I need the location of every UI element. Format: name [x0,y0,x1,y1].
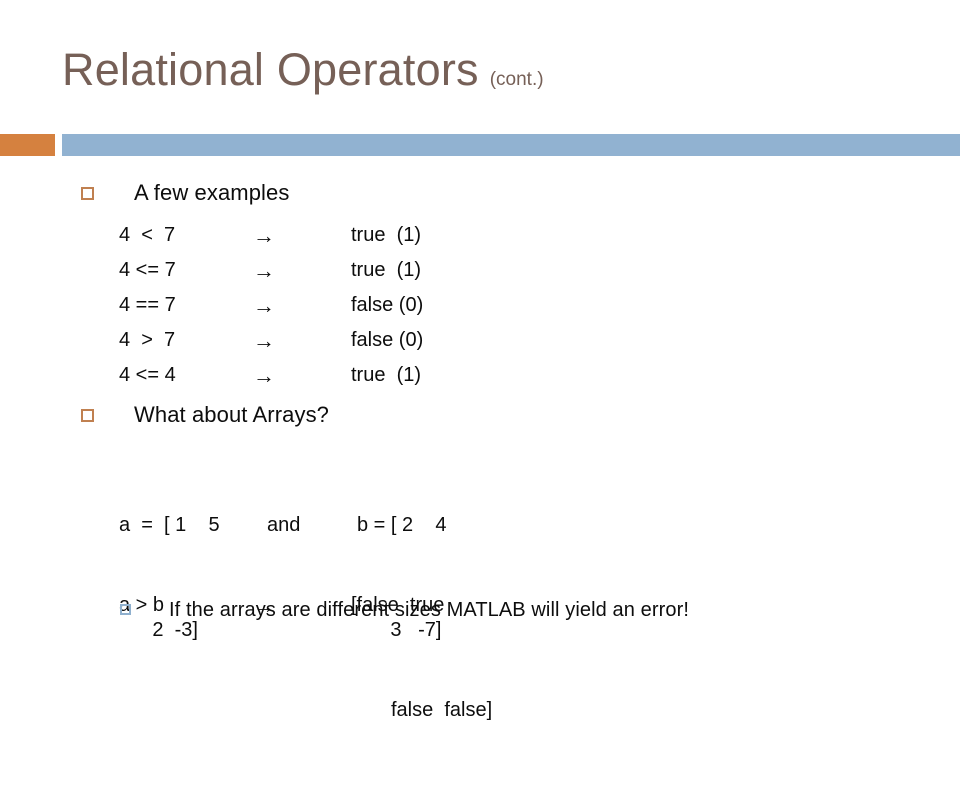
square-outline-icon [81,187,94,200]
table-row: 4 > 7 → false (0) [119,323,511,358]
example-result: true (1) [351,224,422,246]
arrow-right-icon: → [253,363,275,388]
square-outline-icon [120,604,131,615]
example-expression: 4 < 7 [119,224,176,246]
example-expression: 4 <= 4 [119,364,176,386]
table-row: 4 < 7 → true (1) [119,218,511,253]
comparison-result-row2: false false] [391,699,493,721]
title-accent-block [0,134,55,156]
page-title: Relational Operators [62,44,479,95]
slide-title-block: Relational Operators (cont.) [62,44,942,116]
comparison-spacer [253,693,351,728]
arrow-right-icon: → [253,293,275,318]
bullet-a-few-examples: A few examples [81,178,289,208]
bullet-label-error: If the arrays are different sizes MATLAB… [169,599,689,621]
arrow-right-icon: → [253,258,275,283]
example-result: false (0) [351,294,424,316]
bullet-what-about-arrays: What about Arrays? [81,400,329,430]
example-expression: 4 > 7 [119,329,176,351]
table-row: 4 == 7 → false (0) [119,288,511,323]
array-comparison: a > b → [false true false false] [119,518,591,798]
example-expression: 4 <= 7 [119,259,176,281]
table-row: 4 <= 7 → true (1) [119,253,511,288]
example-expression: 4 == 7 [119,294,176,316]
examples-table: 4 < 7 → true (1) 4 <= 7 → true (1) 4 == … [119,218,511,393]
square-outline-icon [81,409,94,422]
arrow-right-icon: → [253,223,275,248]
title-divider-bar [62,134,960,156]
table-row: 4 <= 4 → true (1) [119,358,511,393]
bullet-size-mismatch-note: If the arrays are different sizes MATLAB… [120,596,689,624]
bullet-label-examples: A few examples [134,180,290,205]
array-comparison-row: false false] [119,693,591,728]
slide-body: A few examples 4 < 7 → true (1) 4 <= 7 →… [0,168,960,721]
page-title-suffix: (cont.) [489,69,544,90]
arrow-right-icon: → [253,328,275,353]
slide-canvas: Relational Operators (cont.) A few examp… [0,0,960,721]
example-result: true (1) [351,259,422,281]
example-result: true (1) [351,364,422,386]
bullet-label-arrays: What about Arrays? [134,402,330,427]
example-result: false (0) [351,329,424,351]
comparison-spacer [119,693,253,728]
